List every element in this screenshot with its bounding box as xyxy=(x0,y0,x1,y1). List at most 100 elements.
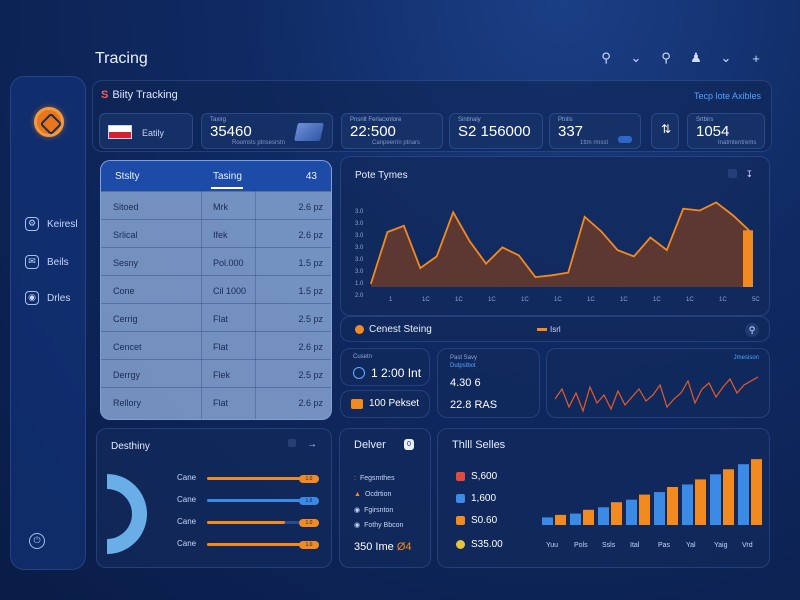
sidebar-item-keiresl[interactable]: ⚙ Keiresl xyxy=(25,217,78,231)
deliver-total: 350 Ime Ø4 xyxy=(354,541,412,553)
data-point xyxy=(501,246,504,249)
plus-icon[interactable]: + xyxy=(748,51,764,66)
data-point xyxy=(666,249,668,251)
card-sub: Dutpstbot xyxy=(450,363,476,369)
column-header[interactable]: Stslty xyxy=(115,171,139,182)
sidebar-item-drles[interactable]: ◉ Drles xyxy=(25,291,70,305)
count-badge: 0 xyxy=(404,439,414,450)
kpi-card-pnsnlt[interactable]: Pnsnlt Ferlacxnlore 22:500 Canpeerrin pt… xyxy=(341,113,443,149)
table-cell: Cone xyxy=(113,286,135,296)
data-point xyxy=(550,274,553,277)
x-tick-label: 1C xyxy=(488,297,496,303)
data-point xyxy=(485,262,487,265)
table-row[interactable]: Cencet Flat 2.6 pz xyxy=(101,331,331,359)
table-row[interactable]: Srlical Ifek 2.6 pz xyxy=(101,219,331,247)
card-value: 4.30 6 xyxy=(450,377,481,389)
sidebar-item-beils[interactable]: ✉ Beils xyxy=(25,255,69,269)
data-point xyxy=(403,225,405,227)
user-icon[interactable]: ♟ xyxy=(688,50,704,66)
list-item[interactable]: ▲ Ocdrtion xyxy=(354,491,391,498)
progress-track: 1.0 xyxy=(207,541,319,549)
chevron-down-icon[interactable]: ⌄ xyxy=(628,50,644,66)
list-item[interactable]: ◉ Fothy Bbcon xyxy=(354,521,403,529)
column-header[interactable]: 43 xyxy=(306,171,317,182)
progress-row[interactable]: Cane 1.0 xyxy=(177,473,322,485)
packet-card[interactable]: 100 Pekset xyxy=(340,390,430,418)
data-point xyxy=(715,201,717,204)
square-icon[interactable] xyxy=(288,439,297,447)
table-cell: Pol.000 xyxy=(213,258,244,268)
table-row[interactable]: Sesny Pol.000 1.5 pz xyxy=(101,247,331,275)
table-cell: 2.6 pz xyxy=(298,342,323,352)
kpi-card-sintinaly[interactable]: Sintinaly S2 156000 xyxy=(449,113,543,149)
progress-pill: 1.6 xyxy=(299,497,319,505)
table-cell: 1.5 pz xyxy=(298,286,323,296)
progress-row[interactable]: Cane 1.0 xyxy=(177,539,322,551)
power-icon[interactable]: ⏻ xyxy=(29,533,45,549)
time-card[interactable]: Cusetn 1 2:00 Int xyxy=(340,348,430,386)
bar-chart: Yuu Pols Ssls Ital Pas Yal Yaig Vrd xyxy=(542,459,762,549)
spark-card[interactable]: Jmesison xyxy=(546,348,770,418)
y-tick-label: 2.0 xyxy=(355,293,364,299)
progress-pill: 1.0 xyxy=(299,541,319,549)
sparkline xyxy=(554,376,759,413)
y-tick-label: 3.0 xyxy=(355,269,364,275)
sidebar-item-label: Keiresl xyxy=(47,218,78,230)
column-header[interactable]: Tasing xyxy=(213,171,242,182)
bar xyxy=(626,499,637,525)
table-row[interactable]: Derrgy Flek 2.5 pz xyxy=(101,359,331,387)
table-cell: Sesny xyxy=(113,258,139,268)
table-cell: 2.5 pz xyxy=(298,314,323,324)
card-value: 1 2:00 Int xyxy=(371,366,422,380)
data-point xyxy=(731,214,734,216)
search-icon[interactable]: ⚲ xyxy=(598,50,614,66)
flag-icon xyxy=(108,125,132,139)
top-toolbar: ⚲ ⌄ ⚲ ♟ ⌄ + xyxy=(598,50,764,66)
data-table: Stslty Tasing 43 Sitoed Mrk 2.6 pz Srlical I… xyxy=(100,160,332,420)
progress-row[interactable]: Cane 1.0 xyxy=(177,517,322,529)
bar xyxy=(710,474,721,525)
search-icon[interactable]: ⚲ xyxy=(745,323,759,337)
panel-tools: → xyxy=(288,439,317,450)
data-point xyxy=(468,240,471,242)
view-all-link[interactable]: Tecp lote Axibles xyxy=(694,91,761,101)
data-point xyxy=(370,282,372,285)
kpi-card-taxirg[interactable]: Taxirg 35460 Roomsts ptnsesrstn xyxy=(201,113,333,149)
sales-panel: Thlll Selles S,600 1,600 S0.60 S35.00 Yu… xyxy=(437,428,770,568)
y-tick-label: 3.0 xyxy=(355,245,364,251)
panel-title: Desthiny xyxy=(111,441,150,452)
table-row[interactable]: Cone Cil 1000 1.5 pz xyxy=(101,275,331,303)
active-tab-indicator xyxy=(211,187,243,189)
chevron-down-icon[interactable]: ⌄ xyxy=(718,50,734,66)
kpi-card-ptnlls[interactable]: Ptnlls 337 1ttm rmsst xyxy=(549,113,641,149)
kpi-card-toggle[interactable]: ⇅ xyxy=(651,113,679,149)
progress-row[interactable]: Cane 1.6 xyxy=(177,495,322,507)
strip-legend[interactable]: Isrl xyxy=(537,325,561,334)
list-item[interactable]: : Fegsmthes xyxy=(354,475,395,482)
table-cell: 2.5 pz xyxy=(298,370,323,380)
bar xyxy=(598,507,609,525)
progress-fill xyxy=(207,477,303,480)
table-row[interactable]: Cerrig Flat 2.5 pz xyxy=(101,303,331,331)
kpi-card-country[interactable]: Eatily xyxy=(99,113,193,149)
area-chart: 3.0 3.0 3.0 3.0 3.0 3.0 1.0 2.0 1 1C 1C 1C 1C 1C 1C 1C 1… xyxy=(355,201,760,303)
x-tick-label: 1C xyxy=(686,297,694,303)
panel-title: Delver xyxy=(354,439,386,451)
app-title: Tracing xyxy=(95,50,148,67)
progress-label: Cane xyxy=(177,495,197,504)
bar xyxy=(738,464,749,525)
table-row[interactable]: Rellory Flat 2.6 pz xyxy=(101,387,331,415)
table-row[interactable]: Sitoed Mrk 2.6 pz xyxy=(101,191,331,219)
status-strip: Cenest Steing Isrl ⚲ xyxy=(340,316,770,342)
list-marker: ◉ xyxy=(354,522,361,529)
kpi-card-srtbirs[interactable]: Srtbirs 1054 Inatmtentrems xyxy=(687,113,765,149)
search-icon[interactable]: ⚲ xyxy=(658,50,674,66)
summary-card[interactable]: Past Savy Dutpstbot 4.30 6 22.8 RAS xyxy=(437,348,540,418)
data-point xyxy=(698,209,701,212)
bar xyxy=(667,487,678,525)
list-item[interactable]: ◉ Fgirsnton xyxy=(354,506,393,514)
data-point xyxy=(534,276,537,278)
arrow-right-icon[interactable]: → xyxy=(307,439,317,450)
kpi-value: 337 xyxy=(558,123,584,140)
bar xyxy=(570,513,581,525)
